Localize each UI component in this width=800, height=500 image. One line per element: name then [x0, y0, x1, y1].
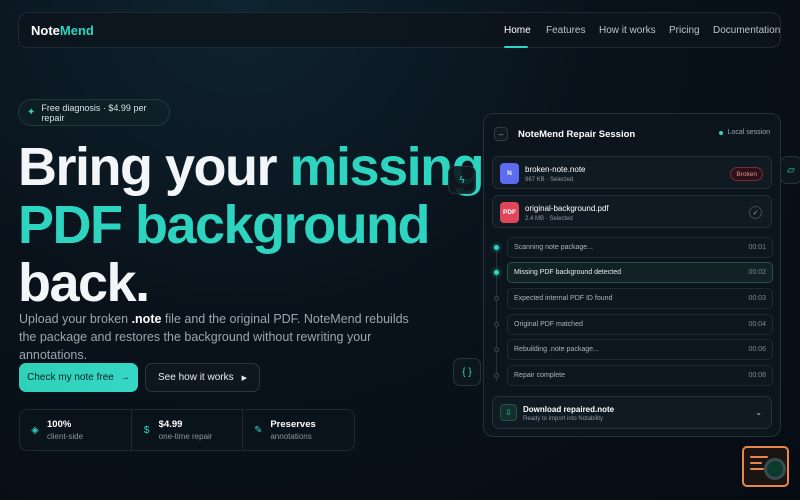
file-meta: 2.4 MB · Selected: [525, 216, 573, 222]
stat-value: 100%: [47, 419, 72, 430]
stat-label: one-time repair: [158, 432, 213, 441]
step-repair-complete: Repair complete 00:08: [507, 365, 773, 386]
active-nav-indicator: [504, 46, 528, 48]
sparkle-icon: ✦: [27, 107, 36, 118]
broken-status-badge: Broken: [730, 167, 763, 181]
note-file-icon: N: [500, 163, 519, 184]
check-note-label: Check my note free: [27, 372, 114, 383]
top-nav: NoteMend Home Features How it works Pric…: [18, 12, 781, 48]
nav-home[interactable]: Home: [504, 25, 531, 36]
shield-icon: ◈: [31, 424, 39, 436]
step-time: 00:01: [748, 244, 766, 251]
repair-session-panel: – NoteMend Repair Session Local session …: [483, 113, 781, 437]
step-pdf-matched: Original PDF matched 00:04: [507, 314, 773, 335]
pricing-badge: ✦ Free diagnosis · $4.99 per repair: [18, 99, 170, 126]
download-icon: ⇩: [500, 404, 517, 421]
panel-header: – NoteMend Repair Session Local session: [494, 126, 770, 142]
stat-label: client-side: [47, 432, 84, 441]
headline-part-3: back.: [18, 253, 150, 313]
step-time: 00:02: [748, 269, 766, 276]
logo-text-note: Note: [31, 23, 60, 38]
step-time: 00:04: [748, 321, 766, 328]
status-dot-icon: [718, 130, 723, 135]
icon-line: [750, 456, 768, 458]
step-label: Rebuilding .note package...: [514, 346, 599, 353]
timeline-line: [496, 247, 497, 381]
step-time: 00:03: [748, 295, 766, 302]
step-scanning: Scanning note package... 00:01: [507, 237, 773, 258]
step-time: 00:06: [748, 346, 766, 353]
step-label: Missing PDF background detected: [514, 269, 621, 276]
see-how-label: See how it works: [158, 372, 234, 383]
hero-headline: Bring your missing PDF background back.: [18, 137, 485, 313]
logo[interactable]: NoteMend: [31, 23, 94, 38]
headline-part-1: Bring your: [18, 137, 290, 197]
eraser-icon: ▱: [780, 156, 800, 184]
panel-title: NoteMend Repair Session: [518, 128, 636, 140]
icon-line: [750, 462, 762, 464]
subtext-part-1: Upload your broken: [19, 312, 132, 326]
download-subtitle: Ready to import into Notability: [523, 416, 604, 422]
file-row-original-pdf[interactable]: PDF original-background.pdf 2.4 MB · Sel…: [492, 195, 772, 228]
file-row-broken-note[interactable]: N broken-note.note 967 KB · Selected Bro…: [492, 156, 772, 189]
dollar-icon: $: [143, 424, 150, 436]
stat-client-side: ◈ 100% client-side: [20, 410, 132, 450]
arrow-right-icon: →: [119, 372, 130, 383]
step-label: Original PDF matched: [514, 321, 583, 328]
chevron-down-icon[interactable]: ⌄: [755, 408, 762, 417]
headline-highlight-2: PDF background: [18, 195, 431, 255]
file-meta: 967 KB · Selected: [525, 177, 574, 183]
stat-value: $4.99: [158, 419, 183, 430]
badge-text: Free diagnosis · $4.99 per repair: [41, 102, 147, 123]
see-how-button[interactable]: See how it works ▶: [145, 363, 260, 392]
timeline-dot: [494, 373, 499, 378]
app-search-icon[interactable]: [742, 446, 789, 487]
step-rebuilding: Rebuilding .note package... 00:06: [507, 339, 773, 360]
collapse-icon[interactable]: –: [494, 127, 508, 141]
lightning-icon: ϟ: [448, 166, 476, 194]
nav-documentation[interactable]: Documentation: [713, 25, 780, 36]
local-session-indicator: Local session: [718, 129, 770, 136]
timeline-dot-active: [494, 270, 499, 275]
step-pdf-id-found: Expected internal PDF ID found 00:03: [507, 288, 773, 309]
stat-price: $ $4.99 one-time repair: [132, 410, 244, 450]
step-time: 00:08: [748, 372, 766, 379]
timeline-dot-active: [494, 245, 499, 250]
pdf-file-icon: PDF: [500, 202, 519, 223]
check-circle-icon: ✓: [749, 206, 762, 219]
step-label: Repair complete: [514, 372, 565, 379]
step-label: Scanning note package...: [514, 244, 594, 251]
stat-annotations: ✎ Preserves annotations: [243, 410, 354, 450]
code-braces-icon: { }: [453, 358, 481, 386]
stat-value: Preserves: [270, 419, 316, 430]
nav-how-it-works[interactable]: How it works: [599, 25, 656, 36]
nav-pricing[interactable]: Pricing: [669, 25, 700, 36]
step-label: Expected internal PDF ID found: [514, 295, 613, 302]
logo-text-mend: Mend: [59, 23, 94, 38]
file-name: broken-note.note: [525, 165, 586, 174]
hero-subtext: Upload your broken .note file and the or…: [19, 310, 419, 364]
timeline-dot: [494, 347, 499, 352]
file-name: original-background.pdf: [525, 204, 609, 213]
check-note-button[interactable]: Check my note free →: [19, 363, 138, 392]
nav-features[interactable]: Features: [546, 25, 585, 36]
local-session-label: Local session: [727, 129, 770, 136]
stat-label: annotations: [270, 432, 312, 441]
step-missing-background: Missing PDF background detected 00:02: [507, 262, 773, 283]
magnifier-lens: [764, 458, 786, 480]
timeline-dot: [494, 322, 499, 327]
subtext-bold: .note: [131, 312, 162, 326]
stats-bar: ◈ 100% client-side $ $4.99 one-time repa…: [19, 409, 355, 451]
download-title: Download repaired.note: [523, 405, 615, 414]
download-repaired-button[interactable]: ⇩ Download repaired.note Ready to import…: [492, 396, 772, 429]
pen-icon: ✎: [254, 424, 263, 436]
icon-line: [750, 468, 764, 470]
timeline-dot: [494, 296, 499, 301]
play-icon: ▶: [241, 374, 247, 382]
